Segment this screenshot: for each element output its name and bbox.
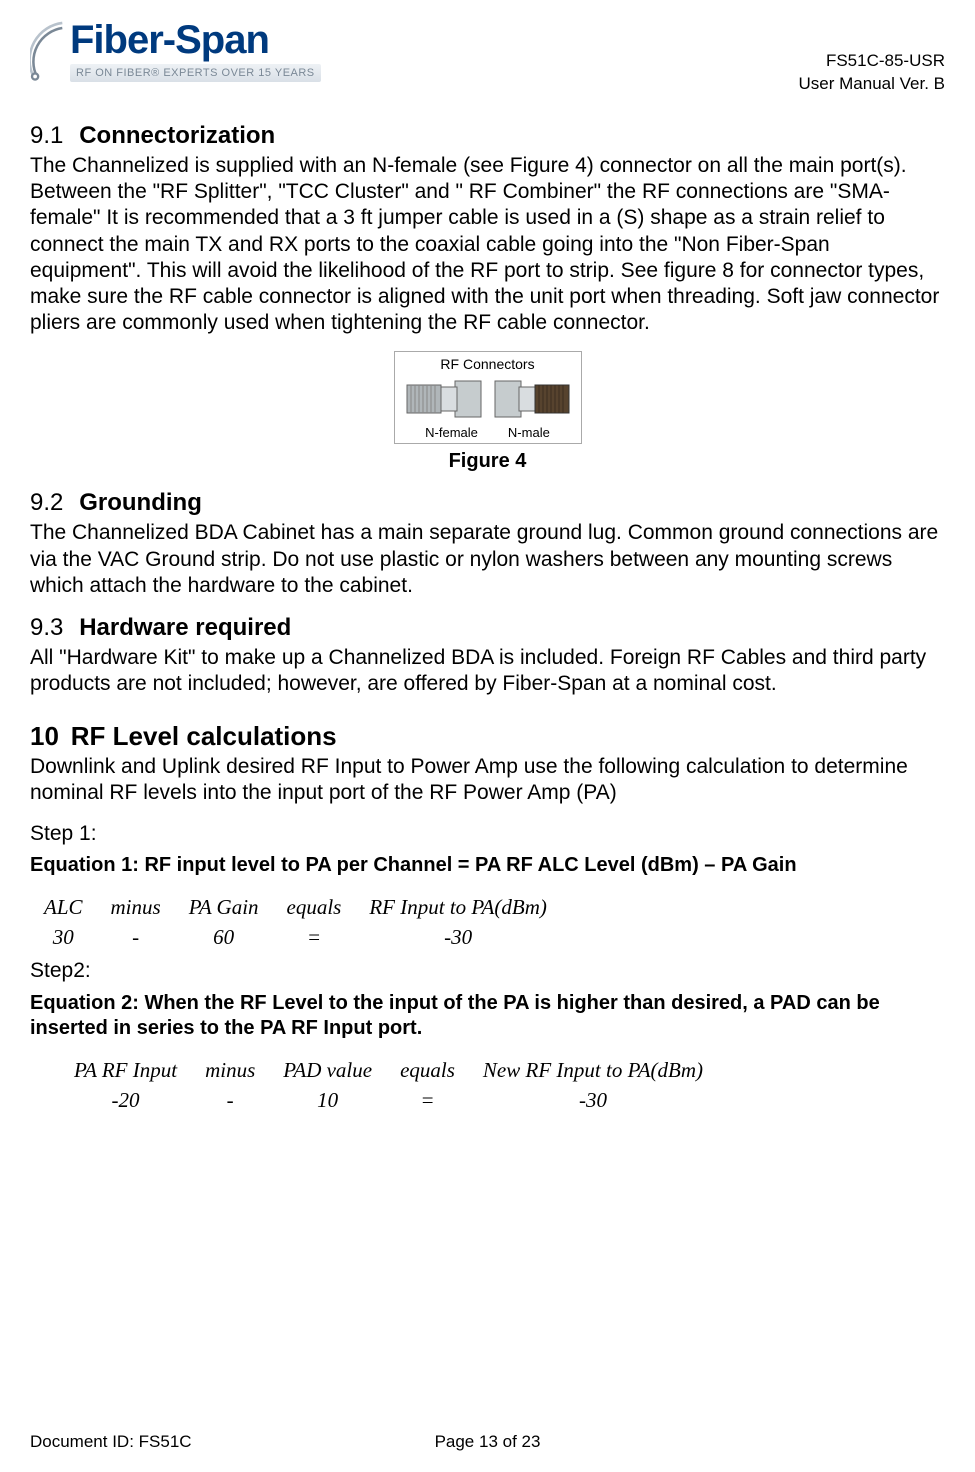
eq1-v-result: -30 [355,922,561,952]
footer-page-number: Page 13 of 23 [30,1432,945,1452]
page-footer: Document ID: FS51C Page 13 of 23 [30,1432,945,1452]
section-9-2-heading: 9.2 Grounding [30,488,945,518]
figure-4-left-label: N-female [425,425,478,441]
eq1-h-rfinput: RF Input to PA(dBm) [355,892,561,922]
equation-1-table: ALC minus PA Gain equals RF Input to PA(… [30,892,561,953]
eq1-v-minus: - [97,922,175,952]
equation-1-title: Equation 1: RF input level to PA per Cha… [30,853,945,878]
section-9-2-body: The Channelized BDA Cabinet has a main s… [30,520,945,599]
section-9-1-heading: 9.1 Connectorization [30,121,945,151]
section-title: Connectorization [79,122,275,149]
eq1-h-pagain: PA Gain [175,892,273,922]
eq1-h-alc: ALC [30,892,97,922]
doc-id-block: FS51C-85-USR User Manual Ver. B [799,20,945,96]
doc-code: FS51C-85-USR [799,50,945,73]
section-number: 9.2 [30,489,63,516]
doc-version: User Manual Ver. B [799,73,945,96]
equation-2-table: PA RF Input minus PAD value equals New R… [60,1055,717,1116]
eq2-h-equals: equals [386,1055,469,1085]
section-number: 9.3 [30,614,63,641]
logo-tagline: RF ON FIBER® EXPERTS OVER 15 YEARS [70,64,321,82]
n-male-connector-icon [493,375,571,423]
logo-arc-icon [30,21,64,81]
figure-4-right-label: N-male [508,425,550,441]
step-2-label: Step2: [30,958,945,984]
eq2-v-equals: = [386,1085,469,1115]
equation-2-title: Equation 2: When the RF Level to the inp… [30,991,945,1041]
figure-4-top-label: RF Connectors [405,356,571,374]
eq2-v-pad: 10 [269,1085,386,1115]
section-9-3-body: All "Hardware Kit" to make up a Channeli… [30,645,945,698]
eq2-v-minus: - [191,1085,269,1115]
eq1-h-equals: equals [273,892,356,922]
section-title: Grounding [79,489,202,516]
eq2-h-minus: minus [191,1055,269,1085]
step-1-label: Step 1: [30,821,945,847]
eq2-h-newrf: New RF Input to PA(dBm) [469,1055,717,1085]
section-9-3-heading: 9.3 Hardware required [30,613,945,643]
logo: Fiber-Span RF ON FIBER® EXPERTS OVER 15 … [30,20,321,82]
n-female-connector-icon [405,375,483,423]
eq2-h-parf: PA RF Input [60,1055,191,1085]
eq1-h-minus: minus [97,892,175,922]
section-title: RF Level calculations [71,721,337,751]
eq2-h-pad: PAD value [269,1055,386,1085]
eq1-v-equals: = [273,922,356,952]
section-10-heading: 10 RF Level calculations [30,720,945,753]
logo-text: Fiber-Span [70,20,321,60]
section-10-intro: Downlink and Uplink desired RF Input to … [30,754,945,807]
eq1-v-pagain: 60 [175,922,273,952]
eq2-v-parf: -20 [60,1085,191,1115]
section-title: Hardware required [79,614,291,641]
figure-4: RF Connectors [30,351,945,445]
section-number: 10 [30,721,59,751]
section-9-1-body: The Channelized is supplied with an N-fe… [30,153,945,337]
page-header: Fiber-Span RF ON FIBER® EXPERTS OVER 15 … [30,20,945,96]
figure-4-caption: Figure 4 [30,449,945,474]
eq1-v-alc: 30 [30,922,97,952]
section-number: 9.1 [30,122,63,149]
eq2-v-result: -30 [469,1085,717,1115]
